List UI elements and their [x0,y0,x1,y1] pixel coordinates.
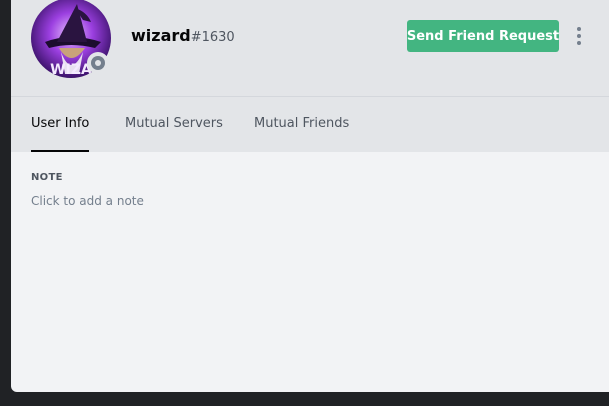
tab-mutual-friends[interactable]: Mutual Friends [254,97,349,152]
discriminator: #1630 [190,30,235,45]
avatar-text: WIZA [50,62,92,78]
note-label: NOTE [31,172,63,183]
note-input[interactable]: Click to add a note [31,194,144,208]
tab-mutual-servers[interactable]: Mutual Servers [125,97,223,152]
status-indicator [87,52,109,74]
offline-status-icon [91,56,105,70]
username: wizard [131,26,191,45]
send-friend-request-button[interactable]: Send Friend Request [407,20,559,52]
profile-header: WIZA wizard#1630 Send Friend Request [11,0,609,96]
user-profile-modal: WIZA wizard#1630 Send Friend Request Use… [11,0,609,392]
tab-user-info[interactable]: User Info [31,97,90,152]
more-options-icon[interactable] [571,24,587,48]
profile-tabs: User Info Mutual Servers Mutual Friends [11,97,609,152]
username-display: wizard#1630 [131,26,235,45]
